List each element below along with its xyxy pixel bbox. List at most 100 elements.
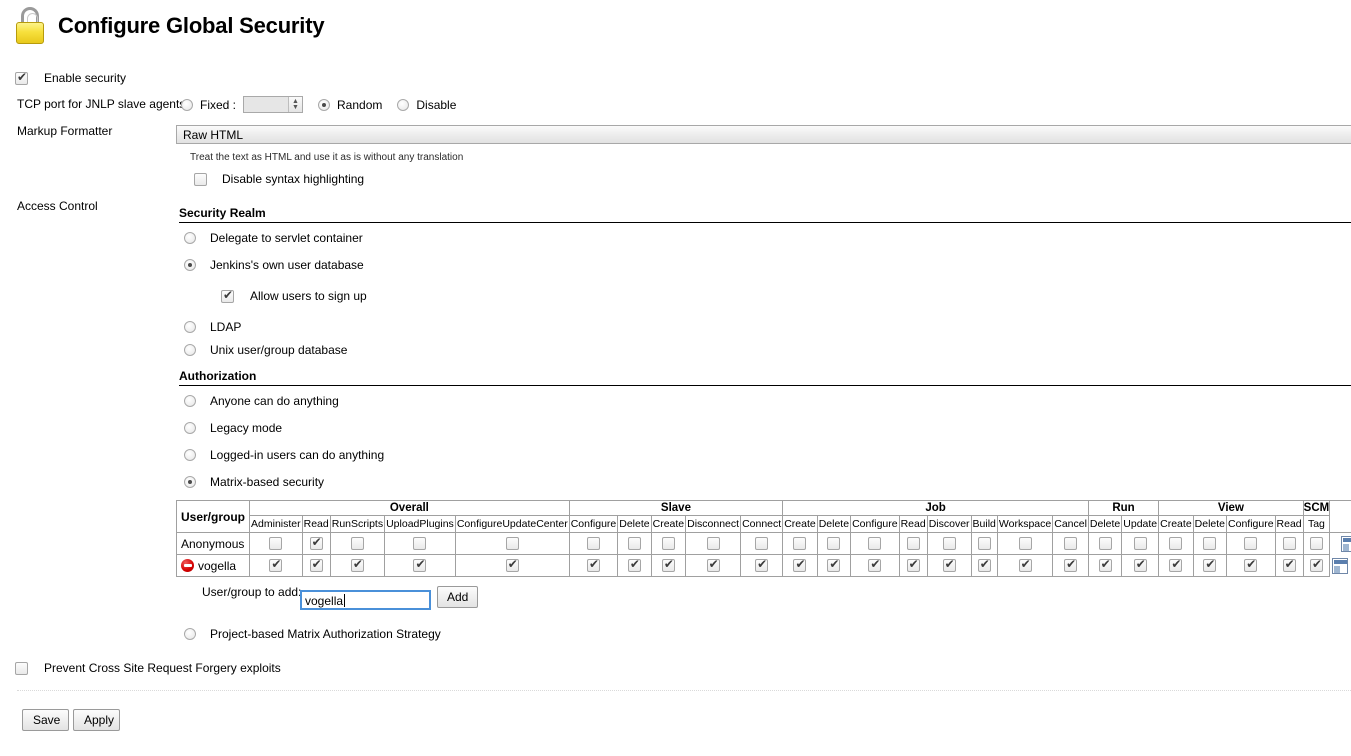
disable-syntax-highlighting-checkbox[interactable]: [194, 172, 207, 186]
matrix-permission-cell[interactable]: [850, 532, 900, 555]
permission-checkbox[interactable]: [977, 537, 991, 550]
permission-checkbox[interactable]: [269, 537, 283, 550]
authorization-option-legacy[interactable]: Legacy mode: [184, 421, 282, 437]
permission-checkbox[interactable]: [1309, 557, 1323, 572]
matrix-permission-cell[interactable]: [970, 532, 998, 555]
matrix-permission-cell[interactable]: [685, 532, 742, 555]
permission-checkbox[interactable]: [1203, 557, 1217, 572]
matrix-permission-cell[interactable]: [384, 532, 456, 555]
apply-button[interactable]: Apply: [73, 709, 120, 731]
matrix-permission-cell[interactable]: [1121, 532, 1160, 555]
permission-checkbox[interactable]: [1133, 557, 1147, 572]
matrix-permission-cell[interactable]: [816, 532, 852, 555]
radio-unix-db[interactable]: [184, 344, 196, 356]
matrix-permission-cell[interactable]: [617, 532, 652, 555]
matrix-permission-cell[interactable]: [926, 532, 972, 555]
permission-checkbox[interactable]: [906, 537, 920, 550]
table-select-icon[interactable]: [1341, 535, 1351, 552]
permission-checkbox[interactable]: [505, 537, 519, 550]
permission-checkbox[interactable]: [1169, 537, 1183, 550]
spinner-arrows-icon[interactable]: ▲ ▼: [288, 97, 303, 112]
matrix-permission-cell[interactable]: [249, 532, 303, 555]
matrix-permission-cell[interactable]: [454, 554, 570, 577]
permission-checkbox[interactable]: [413, 557, 427, 572]
matrix-permission-cell[interactable]: [1121, 554, 1160, 577]
permission-checkbox[interactable]: [1098, 557, 1112, 572]
matrix-permission-cell[interactable]: [650, 554, 687, 577]
permission-checkbox[interactable]: [1018, 537, 1032, 550]
radio-ldap[interactable]: [184, 321, 196, 333]
permission-checkbox[interactable]: [1244, 537, 1258, 550]
allow-users-signup-checkbox[interactable]: [221, 288, 234, 303]
enable-security-checkbox[interactable]: [15, 70, 28, 85]
authorization-option-matrix[interactable]: Matrix-based security: [184, 475, 324, 491]
matrix-permission-cell[interactable]: [1158, 532, 1194, 555]
matrix-permission-cell[interactable]: [996, 554, 1054, 577]
matrix-permission-cell[interactable]: [816, 554, 852, 577]
permission-checkbox[interactable]: [350, 537, 364, 550]
matrix-permission-cell[interactable]: [1192, 554, 1228, 577]
permission-checkbox[interactable]: [1244, 557, 1258, 572]
permission-checkbox[interactable]: [827, 557, 841, 572]
matrix-permission-cell[interactable]: [685, 554, 742, 577]
matrix-permission-cell[interactable]: [1158, 554, 1194, 577]
authorization-option-project-matrix[interactable]: Project-based Matrix Authorization Strat…: [184, 627, 441, 643]
permission-checkbox[interactable]: [868, 557, 882, 572]
permission-checkbox[interactable]: [793, 537, 807, 550]
matrix-permission-cell[interactable]: [249, 554, 303, 577]
matrix-permission-cell[interactable]: [1052, 554, 1089, 577]
permission-checkbox[interactable]: [755, 557, 769, 572]
permission-checkbox[interactable]: [977, 557, 991, 572]
security-realm-option-jenkins-db[interactable]: Jenkins's own user database: [184, 258, 364, 274]
permission-checkbox[interactable]: [906, 557, 920, 572]
permission-checkbox[interactable]: [586, 557, 600, 572]
permission-checkbox[interactable]: [1018, 557, 1032, 572]
radio-jenkins-own-db[interactable]: [184, 259, 196, 271]
permission-checkbox[interactable]: [1282, 557, 1296, 572]
radio-matrix-based-security[interactable]: [184, 476, 196, 488]
matrix-permission-cell[interactable]: [1226, 554, 1276, 577]
radio-project-based-matrix[interactable]: [184, 628, 196, 640]
permission-checkbox[interactable]: [827, 537, 841, 550]
permission-checkbox[interactable]: [627, 557, 641, 572]
matrix-permission-cell[interactable]: [1087, 532, 1123, 555]
jnlp-fixed-radio[interactable]: [181, 98, 193, 111]
matrix-permission-cell[interactable]: [970, 554, 998, 577]
permission-checkbox[interactable]: [413, 537, 427, 550]
permission-checkbox[interactable]: [586, 537, 600, 550]
matrix-permission-cell[interactable]: [329, 532, 386, 555]
permission-checkbox[interactable]: [706, 537, 720, 550]
matrix-permission-cell[interactable]: [1087, 554, 1123, 577]
table-select-icon[interactable]: [1332, 557, 1349, 574]
matrix-permission-cell[interactable]: [898, 532, 928, 555]
matrix-permission-cell[interactable]: [329, 554, 386, 577]
matrix-permission-cell[interactable]: [898, 554, 928, 577]
permission-checkbox[interactable]: [627, 537, 641, 550]
matrix-permission-cell[interactable]: [782, 532, 818, 555]
radio-logged-in-users[interactable]: [184, 449, 196, 461]
matrix-permission-cell[interactable]: [926, 554, 972, 577]
permission-checkbox[interactable]: [309, 557, 323, 572]
permission-checkbox[interactable]: [1098, 537, 1112, 550]
markup-formatter-select[interactable]: Raw HTML: [176, 125, 1351, 144]
matrix-permission-cell[interactable]: [301, 532, 331, 555]
jnlp-disable-radio[interactable]: [397, 98, 410, 111]
security-realm-option-delegate[interactable]: Delegate to servlet container: [184, 231, 363, 247]
permission-checkbox[interactable]: [309, 535, 323, 550]
matrix-permission-cell[interactable]: [1052, 532, 1089, 555]
permission-checkbox[interactable]: [706, 557, 720, 572]
permission-checkbox[interactable]: [1282, 537, 1296, 550]
prevent-csrf-checkbox[interactable]: [15, 661, 28, 675]
matrix-permission-cell[interactable]: [650, 532, 687, 555]
security-realm-option-unix[interactable]: Unix user/group database: [184, 343, 347, 359]
permission-checkbox[interactable]: [868, 537, 882, 550]
permission-checkbox[interactable]: [942, 557, 956, 572]
permission-checkbox[interactable]: [1169, 557, 1183, 572]
matrix-permission-cell[interactable]: [782, 554, 818, 577]
permission-checkbox[interactable]: [1064, 537, 1078, 550]
save-button[interactable]: Save: [22, 709, 69, 731]
matrix-permission-cell[interactable]: [996, 532, 1054, 555]
permission-checkbox[interactable]: [350, 557, 364, 572]
permission-checkbox[interactable]: [942, 537, 956, 550]
matrix-permission-cell[interactable]: [568, 532, 619, 555]
